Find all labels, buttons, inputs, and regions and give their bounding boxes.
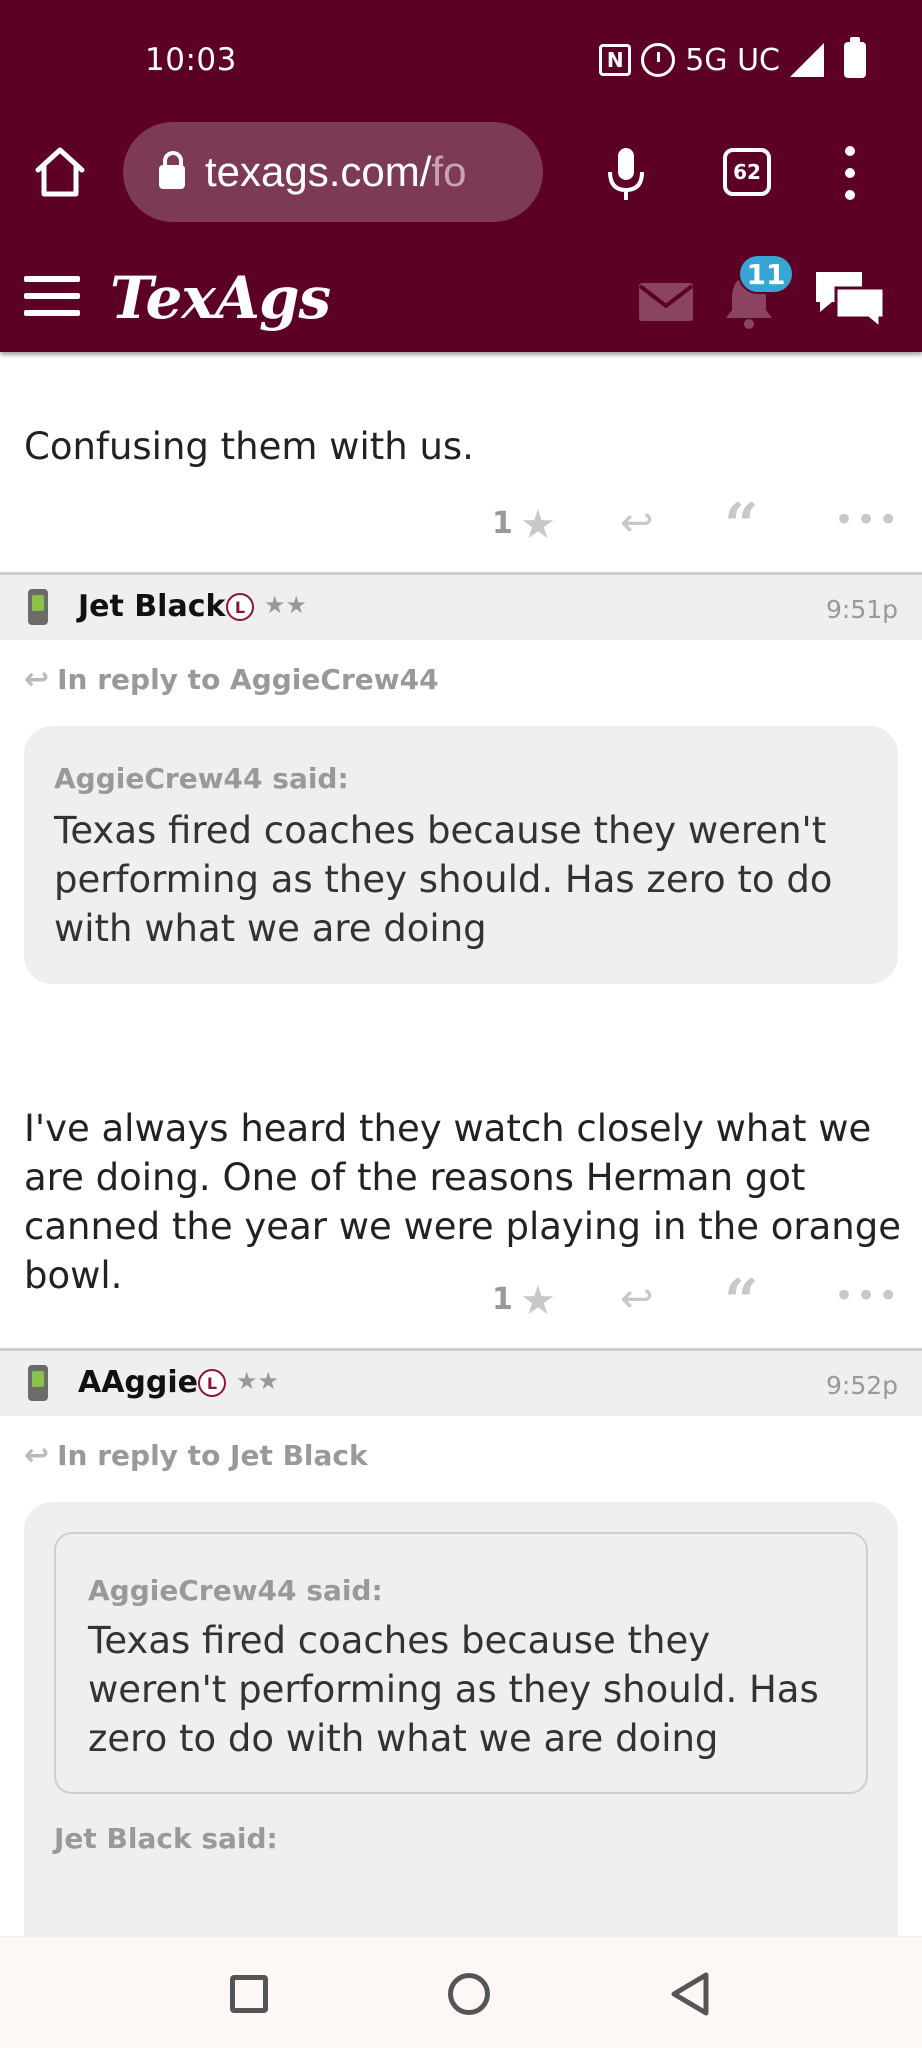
- quote-block: AggieCrew44 said: Texas fired coaches be…: [24, 726, 898, 984]
- level-badge: L: [226, 593, 254, 621]
- home-nav-icon[interactable]: [448, 1973, 490, 2015]
- star-icon[interactable]: ★: [520, 502, 556, 548]
- network-label: 5G UC: [685, 42, 780, 78]
- lock-icon: [159, 151, 185, 189]
- quote-block: AggieCrew44 said: Texas fired coaches be…: [24, 1502, 898, 1936]
- post-header: AAggie L ★★ 9:52p: [0, 1348, 922, 1416]
- battery-icon: [844, 37, 866, 78]
- notification-badge[interactable]: 11: [738, 254, 794, 294]
- reply-icon[interactable]: ↩: [620, 500, 654, 546]
- user-stars: ★★: [264, 591, 308, 619]
- url-text: texags.com/fo: [205, 148, 467, 195]
- post-body: Confusing them with us.: [24, 425, 474, 468]
- status-time: 10:03: [145, 42, 237, 78]
- mobile-device-icon: [28, 1365, 48, 1401]
- nested-quote-block: AggieCrew44 said: Texas fired coaches be…: [54, 1532, 868, 1794]
- quote-icon[interactable]: “: [724, 496, 759, 556]
- chat-icon[interactable]: [812, 268, 888, 332]
- status-bar: 10:03 N 5G UC: [0, 0, 922, 118]
- back-icon[interactable]: [668, 1971, 712, 2017]
- more-icon[interactable]: •••: [834, 500, 900, 540]
- recents-icon[interactable]: [230, 1975, 268, 2013]
- alarm-icon: [641, 43, 676, 77]
- more-vert-icon[interactable]: [840, 146, 860, 200]
- post-actions: 1 ★ ↩ “ •••: [0, 496, 922, 556]
- post-author[interactable]: Jet Black: [78, 589, 225, 624]
- site-logo[interactable]: TexAgs: [110, 264, 331, 332]
- nested-quote-author: AggieCrew44 said:: [88, 1574, 383, 1607]
- post-author[interactable]: AAggie: [78, 1365, 198, 1400]
- reply-to-link[interactable]: ↩ In reply to AggieCrew44: [24, 662, 439, 697]
- star-count: 1: [492, 1282, 513, 1317]
- post-header: Jet Black L ★★ 9:51p: [0, 572, 922, 640]
- quote-author: Jet Black said:: [54, 1822, 278, 1855]
- star-count: 1: [492, 506, 513, 541]
- reply-icon[interactable]: ↩: [620, 1276, 654, 1322]
- level-badge: L: [198, 1369, 226, 1397]
- tabs-icon[interactable]: 62: [723, 148, 771, 196]
- post-body: I've always heard they watch closely wha…: [24, 1107, 901, 1297]
- status-icons: N 5G UC: [599, 37, 866, 80]
- system-nav-bar: [0, 1936, 922, 2048]
- quote-icon[interactable]: “: [724, 1272, 759, 1332]
- post-time: 9:51p: [825, 595, 898, 624]
- star-icon[interactable]: ★: [520, 1278, 556, 1324]
- reply-arrow-icon: ↩: [24, 662, 50, 697]
- mail-icon[interactable]: [638, 282, 694, 322]
- quote-author: AggieCrew44 said:: [54, 762, 349, 795]
- reply-arrow-icon: ↩: [24, 1438, 50, 1473]
- mic-icon[interactable]: [606, 146, 646, 202]
- post-actions: 1 ★ ↩ “ •••: [0, 1272, 922, 1332]
- browser-toolbar: texags.com/fo 62: [0, 118, 922, 228]
- mobile-device-icon: [28, 589, 48, 625]
- more-icon[interactable]: •••: [834, 1276, 900, 1316]
- home-icon[interactable]: [30, 142, 90, 202]
- user-stars: ★★: [236, 1367, 280, 1395]
- nfc-icon: N: [599, 44, 632, 76]
- post-time: 9:52p: [825, 1371, 898, 1400]
- signal-icon: [790, 43, 824, 77]
- reply-to-link[interactable]: ↩ In reply to Jet Black: [24, 1438, 368, 1473]
- thread-content: Confusing them with us. 1 ★ ↩ “ ••• Jet …: [0, 352, 922, 1936]
- address-bar[interactable]: texags.com/fo: [123, 122, 543, 222]
- quote-text: Texas fired coaches because they weren't…: [54, 809, 833, 950]
- nested-quote-text: Texas fired coaches because they weren't…: [88, 1619, 819, 1760]
- menu-icon[interactable]: [24, 276, 80, 316]
